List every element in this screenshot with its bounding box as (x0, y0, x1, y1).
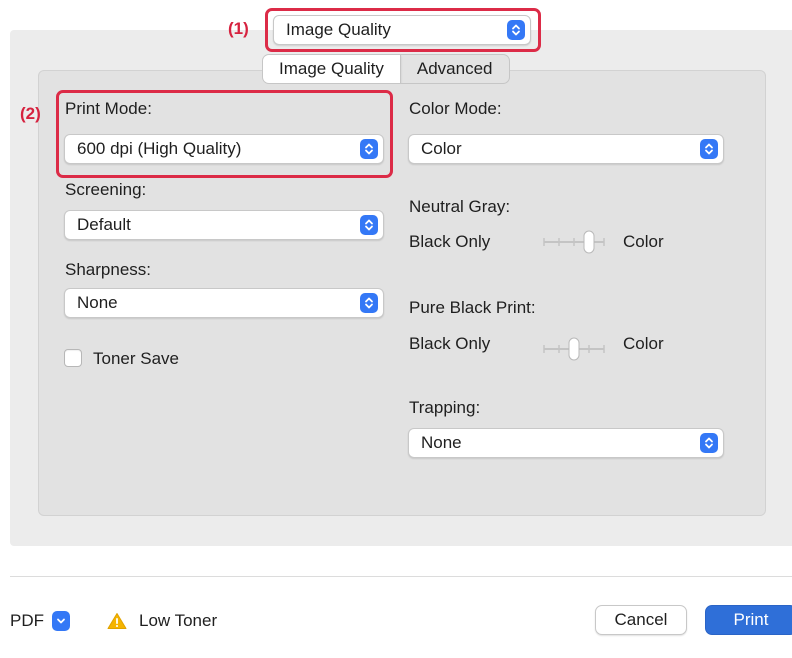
color-mode-select[interactable]: Color (408, 134, 724, 164)
neutral-gray-min-label: Black Only (409, 232, 491, 251)
slider-knob[interactable] (583, 230, 595, 254)
print-mode-label: Print Mode: (65, 99, 152, 118)
callout-label-1: (1) (228, 19, 249, 38)
sharpness-select[interactable]: None (64, 288, 384, 318)
screening-label: Screening: (65, 180, 147, 199)
toner-save-label: Toner Save (93, 349, 179, 368)
tab-image-quality[interactable]: Image Quality (263, 55, 401, 83)
trapping-value: None (421, 433, 462, 452)
trapping-label: Trapping: (409, 398, 481, 417)
up-down-arrows-icon (700, 433, 718, 453)
print-mode-select[interactable]: 600 dpi (High Quality) (64, 134, 384, 164)
up-down-arrows-icon (360, 139, 378, 159)
neutral-gray-max-label: Color (623, 232, 664, 251)
sharpness-value: None (77, 293, 118, 312)
toner-save-checkbox[interactable] (64, 349, 82, 367)
segmented-tabs: Image Quality Advanced (262, 54, 510, 84)
print-mode-value: 600 dpi (High Quality) (77, 139, 242, 158)
sharpness-label: Sharpness: (65, 260, 151, 279)
print-button[interactable]: Print (705, 605, 792, 635)
footer-divider (10, 576, 792, 577)
screening-value: Default (77, 215, 131, 234)
panel-menu-value: Image Quality (286, 20, 391, 39)
warning-icon (107, 612, 127, 635)
pure-black-max-label: Color (623, 334, 664, 353)
chevron-down-icon (52, 611, 70, 631)
pure-black-slider[interactable] (538, 337, 610, 361)
trapping-select[interactable]: None (408, 428, 724, 458)
up-down-arrows-icon (360, 215, 378, 235)
up-down-arrows-icon (507, 20, 525, 40)
color-mode-value: Color (421, 139, 462, 158)
color-mode-label: Color Mode: (409, 99, 502, 118)
slider-knob[interactable] (568, 337, 580, 361)
callout-label-2: (2) (20, 104, 41, 123)
cancel-button[interactable]: Cancel (595, 605, 687, 635)
screening-select[interactable]: Default (64, 210, 384, 240)
pure-black-min-label: Black Only (409, 334, 491, 353)
pdf-label: PDF (10, 611, 44, 630)
neutral-gray-label: Neutral Gray: (409, 197, 511, 216)
low-toner-text: Low Toner (139, 611, 218, 630)
pdf-menu-button[interactable]: PDF (10, 606, 70, 636)
up-down-arrows-icon (700, 139, 718, 159)
pure-black-label: Pure Black Print: (409, 298, 536, 317)
neutral-gray-slider[interactable] (538, 230, 610, 254)
panel-menu-select[interactable]: Image Quality (273, 15, 531, 45)
up-down-arrows-icon (360, 293, 378, 313)
tab-advanced[interactable]: Advanced (401, 55, 509, 83)
